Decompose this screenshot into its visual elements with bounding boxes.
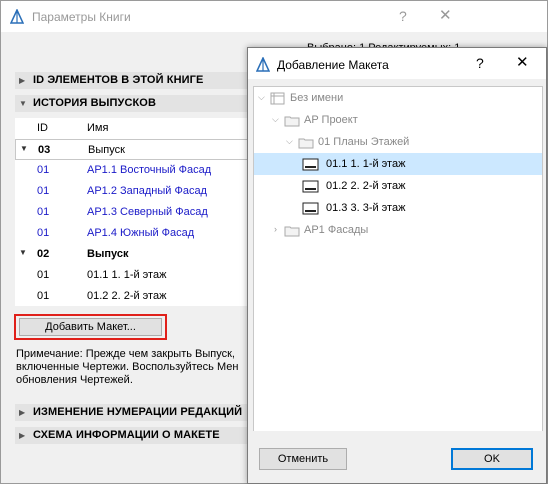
highlight-frame: Добавить Макет... — [14, 314, 167, 340]
close-button[interactable]: ✕ — [439, 6, 452, 24]
collapsed-arrow-icon: ▶ — [19, 431, 26, 440]
tree-item-subset[interactable]: › AP1 Фасады — [254, 219, 542, 241]
row-id: 03 — [38, 144, 51, 156]
chevron-down-icon[interactable]: ⌵ — [258, 92, 265, 103]
tree-item-layout[interactable]: 01.3 3. 3-й этаж — [254, 197, 542, 219]
row-id: 01 — [37, 227, 50, 239]
row-id: 01 — [37, 164, 50, 176]
tree-item-label: 01.3 3. 3-й этаж — [326, 202, 406, 214]
tree-item-root[interactable]: ⌵ Без имени — [254, 87, 542, 109]
button-bar: Отменить OK — [248, 431, 546, 483]
archicad-logo-icon — [256, 57, 270, 72]
layout-tree: ⌵ Без имени ⌵ AP Проект ⌵ 01 Планы Этаже… — [253, 86, 543, 468]
column-header-name: Имя — [87, 122, 109, 134]
row-id: 01 — [37, 206, 50, 218]
tree-item-label: 01.1 1. 1-й этаж — [326, 158, 406, 170]
row-name: AP1.3 Северный Фасад — [87, 206, 208, 218]
note-text: Примечание: Прежде чем закрыть Выпуск, в… — [16, 348, 239, 386]
row-id: 01 — [37, 269, 50, 281]
chevron-right-icon[interactable]: › — [274, 224, 277, 234]
section-label: ID ЭЛЕМЕНТОВ В ЭТОЙ КНИГЕ — [33, 74, 204, 86]
expanded-arrow-icon[interactable]: ▼ — [20, 144, 28, 153]
row-name: 01.1 1. 1-й этаж — [87, 269, 167, 281]
section-label: ИЗМЕНЕНИЕ НУМЕРАЦИИ РЕДАКЦИЙ — [33, 406, 243, 418]
folder-icon — [298, 138, 314, 149]
layout-icon — [302, 202, 319, 215]
tree-item-subset[interactable]: ⌵ 01 Планы Этажей — [254, 131, 542, 153]
tree-item-label: 01 Планы Этажей — [318, 136, 410, 148]
row-name: AP1.4 Южный Фасад — [87, 227, 195, 239]
tree-item-label: 01.2 2. 2-й этаж — [326, 180, 406, 192]
row-name: Выпуск — [87, 248, 129, 260]
window-title: Параметры Книги — [32, 10, 131, 24]
tree-item-layout[interactable]: 01.1 1. 1-й этаж — [254, 153, 542, 175]
layout-icon — [302, 180, 319, 193]
tree-item-layout[interactable]: 01.2 2. 2-й этаж — [254, 175, 542, 197]
add-layout-dialog: Добавление Макета ? ✕ ⌵ Без имени ⌵ AP П… — [247, 47, 547, 484]
expanded-arrow-icon[interactable]: ▼ — [19, 248, 27, 257]
tree-item-subset[interactable]: ⌵ AP Проект — [254, 109, 542, 131]
expanded-arrow-icon: ▼ — [19, 99, 27, 108]
folder-icon — [284, 116, 300, 127]
tree-item-label: AP Проект — [304, 114, 358, 126]
add-layout-button[interactable]: Добавить Макет... — [19, 318, 162, 336]
help-button[interactable]: ? — [476, 55, 484, 71]
column-header-id: ID — [37, 122, 48, 134]
title-bar: Добавление Макета ? ✕ — [248, 48, 546, 79]
ok-button[interactable]: OK — [451, 448, 533, 470]
tree-item-label: AP1 Фасады — [304, 224, 369, 236]
book-icon — [270, 92, 285, 105]
collapsed-arrow-icon: ▶ — [19, 408, 26, 417]
row-name: AP1.2 Западный Фасад — [87, 185, 207, 197]
row-name: AP1.1 Восточный Фасад — [87, 164, 212, 176]
section-label: СХЕМА ИНФОРМАЦИИ О МАКЕТЕ — [33, 429, 220, 441]
row-name: Выпуск — [88, 144, 125, 156]
collapsed-arrow-icon: ▶ — [19, 76, 26, 85]
window-title: Добавление Макета — [277, 58, 389, 72]
title-bar: Параметры Книги ? ✕ — [1, 1, 547, 32]
help-button[interactable]: ? — [399, 8, 407, 24]
row-id: 01 — [37, 185, 50, 197]
row-id: 02 — [37, 248, 50, 260]
chevron-down-icon[interactable]: ⌵ — [272, 114, 279, 125]
folder-icon — [284, 226, 300, 237]
archicad-logo-icon — [10, 9, 24, 24]
section-label: ИСТОРИЯ ВЫПУСКОВ — [33, 97, 157, 109]
row-name: 01.2 2. 2-й этаж — [87, 290, 167, 302]
tree-item-label: Без имени — [290, 92, 344, 104]
chevron-down-icon[interactable]: ⌵ — [286, 136, 293, 147]
cancel-button[interactable]: Отменить — [259, 448, 347, 470]
row-id: 01 — [37, 290, 50, 302]
close-button[interactable]: ✕ — [516, 53, 529, 71]
layout-icon — [302, 158, 319, 171]
